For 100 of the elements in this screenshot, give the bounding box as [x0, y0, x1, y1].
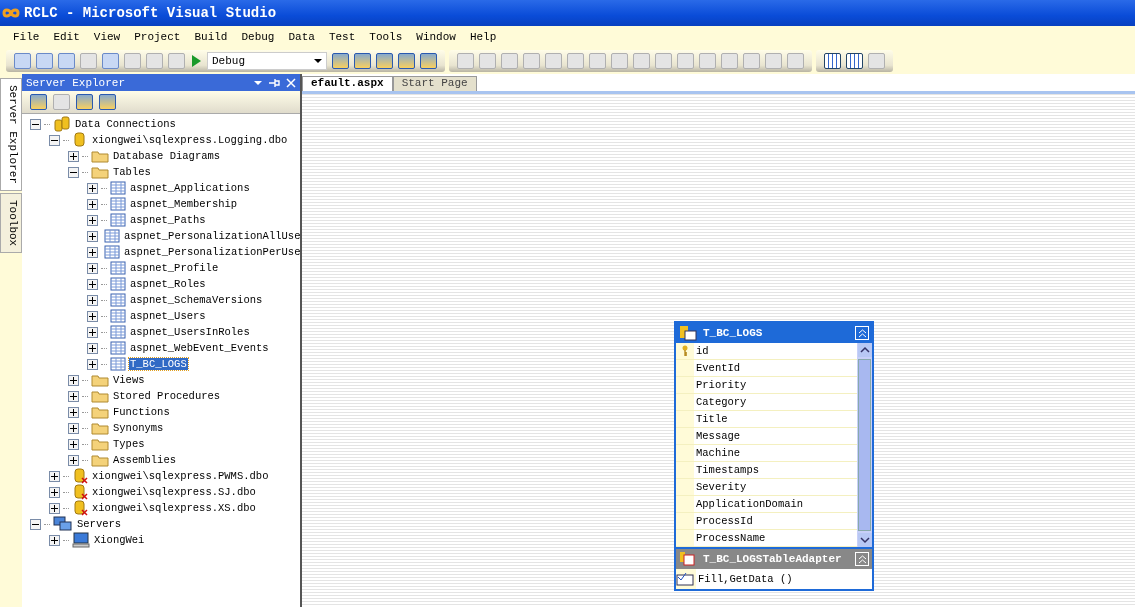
- column-name[interactable]: ProcessId: [694, 513, 857, 529]
- collapse-button[interactable]: [855, 326, 869, 340]
- column-name[interactable]: id: [694, 343, 857, 359]
- column-name[interactable]: ProcessName: [694, 530, 857, 546]
- expander-icon[interactable]: [68, 374, 79, 386]
- document-tab[interactable]: Start Page: [392, 76, 477, 91]
- tree-item[interactable]: aspnet_PersonalizationAllUse: [123, 230, 300, 242]
- tree-item[interactable]: aspnet_UsersInRoles: [129, 326, 251, 338]
- tree-item[interactable]: xiongwei\sqlexpress.PWMS.dbo: [91, 470, 270, 482]
- scroll-up-icon[interactable]: [857, 343, 872, 357]
- tree-item[interactable]: Stored Procedures: [112, 390, 222, 402]
- expander-icon[interactable]: [87, 310, 98, 322]
- tree-item[interactable]: Data Connections: [74, 118, 177, 130]
- table-icon[interactable]: [846, 53, 863, 69]
- expander-icon[interactable]: [87, 326, 98, 338]
- tree-item[interactable]: aspnet_Applications: [129, 182, 251, 194]
- tree-item[interactable]: Synonyms: [112, 422, 165, 434]
- column-name[interactable]: Machine: [694, 445, 857, 461]
- menu-item[interactable]: Edit: [46, 31, 87, 43]
- menu-item[interactable]: Window: [409, 31, 463, 43]
- expander-icon[interactable]: [87, 358, 98, 370]
- side-tab[interactable]: Server Explorer: [0, 78, 22, 192]
- expander-icon[interactable]: [68, 150, 79, 162]
- table-icon: [110, 341, 126, 355]
- expander-icon[interactable]: [87, 342, 98, 354]
- expander-icon[interactable]: [49, 534, 60, 546]
- tree-item[interactable]: Types: [112, 438, 146, 450]
- tree-item[interactable]: aspnet_Roles: [129, 278, 207, 290]
- collapse-button[interactable]: [855, 552, 869, 566]
- expander-icon[interactable]: [68, 422, 79, 434]
- tree-item[interactable]: aspnet_Profile: [129, 262, 220, 274]
- play-icon[interactable]: [190, 54, 202, 68]
- column-name[interactable]: Severity: [694, 479, 857, 495]
- expander-icon[interactable]: [30, 118, 41, 130]
- expander-icon[interactable]: [87, 262, 98, 274]
- expander-icon[interactable]: [68, 454, 79, 466]
- menu-item[interactable]: View: [86, 31, 128, 43]
- tree-item[interactable]: XiongWei: [93, 534, 146, 546]
- column-name[interactable]: ApplicationDomain: [694, 496, 857, 512]
- expander-icon[interactable]: [30, 518, 41, 530]
- scroll-down-icon[interactable]: [857, 533, 872, 547]
- menu-item[interactable]: File: [6, 31, 47, 43]
- menu-item[interactable]: Tools: [362, 31, 410, 43]
- menu-item[interactable]: Data: [281, 31, 322, 43]
- pin-icon[interactable]: [268, 77, 280, 88]
- table-icon: [110, 181, 126, 195]
- scrollbar[interactable]: [857, 343, 872, 547]
- side-tab[interactable]: Toolbox: [0, 193, 22, 254]
- expander-icon[interactable]: [49, 502, 60, 514]
- tree-item[interactable]: Functions: [112, 406, 171, 418]
- document-tab[interactable]: efault.aspx: [302, 76, 393, 91]
- configuration-dropdown[interactable]: Debug: [207, 52, 327, 70]
- column-name[interactable]: Title: [694, 411, 857, 427]
- tree-item[interactable]: aspnet_Users: [129, 310, 207, 322]
- close-icon[interactable]: [286, 77, 296, 88]
- expander-icon[interactable]: [68, 438, 79, 450]
- database-icon: [72, 484, 88, 500]
- tree-item[interactable]: xiongwei\sqlexpress.XS.dbo: [91, 502, 257, 514]
- menu-item[interactable]: Debug: [234, 31, 282, 43]
- menu-item[interactable]: Help: [462, 31, 504, 43]
- menu-item[interactable]: Project: [127, 31, 188, 43]
- menu-item[interactable]: Build: [187, 31, 235, 43]
- expander-icon[interactable]: [68, 406, 79, 418]
- column-name[interactable]: Message: [694, 428, 857, 444]
- expander-icon[interactable]: [87, 214, 98, 226]
- menu-item[interactable]: Test: [321, 31, 363, 43]
- expander-icon[interactable]: [68, 166, 79, 178]
- infinity-logo-icon: [2, 6, 20, 20]
- expander-icon[interactable]: [87, 246, 98, 258]
- expander-icon[interactable]: [68, 390, 79, 402]
- column-name[interactable]: Timestamps: [694, 462, 857, 478]
- tree-item[interactable]: aspnet_PersonalizationPerUse: [123, 246, 300, 258]
- expander-icon[interactable]: [87, 182, 98, 194]
- expander-icon[interactable]: [49, 134, 60, 146]
- folder-icon: [91, 453, 109, 467]
- expander-icon[interactable]: [87, 198, 98, 210]
- tree-item[interactable]: xiongwei\sqlexpress.Logging.dbo: [91, 134, 289, 146]
- tree-item[interactable]: aspnet_Membership: [129, 198, 239, 210]
- column-name[interactable]: EventId: [694, 360, 857, 376]
- tree-item[interactable]: Servers: [76, 518, 123, 530]
- tree-item[interactable]: aspnet_WebEvent_Events: [129, 342, 270, 354]
- tree-item[interactable]: Tables: [112, 166, 152, 178]
- column-name[interactable]: Priority: [694, 377, 857, 393]
- tree-item[interactable]: Database Diagrams: [112, 150, 222, 162]
- table-icon: [110, 213, 126, 227]
- column-name[interactable]: Category: [694, 394, 857, 410]
- tree-item[interactable]: T_BC_LOGS: [129, 358, 188, 370]
- method-name[interactable]: Fill,GetData (): [696, 569, 872, 589]
- tree-item[interactable]: aspnet_Paths: [129, 214, 207, 226]
- table-icon[interactable]: [824, 53, 841, 69]
- expander-icon[interactable]: [87, 294, 98, 306]
- expander-icon[interactable]: [49, 470, 60, 482]
- expander-icon[interactable]: [87, 278, 98, 290]
- tree-item[interactable]: Views: [112, 374, 146, 386]
- table-title: T_BC_LOGS: [703, 327, 764, 339]
- tree-item[interactable]: aspnet_SchemaVersions: [129, 294, 264, 306]
- expander-icon[interactable]: [49, 486, 60, 498]
- tree-item[interactable]: Assemblies: [112, 454, 177, 466]
- tree-item[interactable]: xiongwei\sqlexpress.SJ.dbo: [91, 486, 257, 498]
- expander-icon[interactable]: [87, 230, 98, 242]
